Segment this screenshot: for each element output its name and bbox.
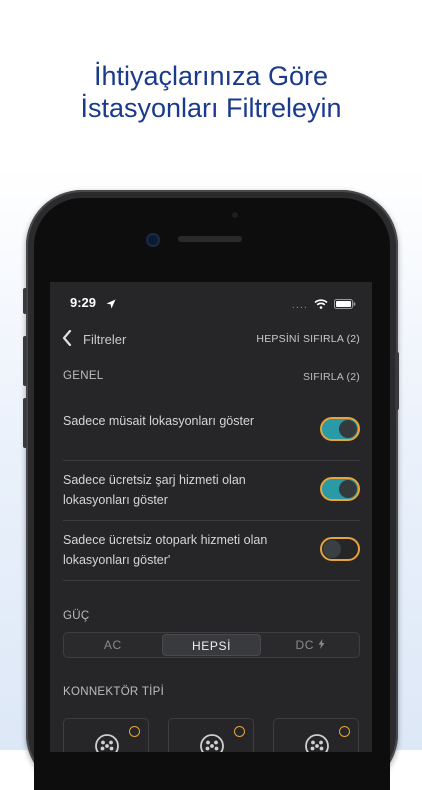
status-bar: 9:29 .... — [50, 282, 372, 322]
location-arrow-icon — [106, 296, 116, 314]
battery-icon — [334, 296, 356, 314]
earpiece-speaker — [178, 236, 242, 242]
section-header-power: GÜÇ — [63, 610, 90, 622]
app-screen: 9:29 .... Filtreler HEPSİNİ SIFIRLA (2) … — [50, 282, 372, 752]
connector-type-icon — [94, 733, 120, 752]
headline: İhtiyaçlarınıza Göre İstasyonları Filtre… — [0, 60, 422, 124]
headline-line-1: İhtiyaçlarınıza Göre — [93, 61, 329, 91]
segment-all[interactable]: HEPSİ — [161, 634, 262, 656]
filter-row-available[interactable]: Sadece müsait lokasyonları göster — [63, 402, 360, 461]
radio-button[interactable] — [234, 726, 245, 737]
wifi-icon — [314, 296, 328, 314]
toggle-knob — [323, 540, 341, 558]
toggle-free-parking[interactable] — [320, 537, 360, 561]
filter-label-available: Sadece müsait lokasyonları göster — [63, 414, 255, 428]
segment-dc-label: DC — [295, 638, 314, 652]
reset-general-button[interactable]: SIFIRLA (2) — [303, 371, 360, 383]
segment-ac[interactable]: AC — [64, 633, 162, 657]
status-icons: .... — [292, 296, 356, 314]
section-header-general: GENEL — [63, 370, 104, 382]
connector-type-icon — [304, 733, 330, 752]
sensor-dot — [232, 212, 238, 218]
bolt-icon — [318, 638, 325, 652]
toggle-available[interactable] — [320, 417, 360, 441]
status-time: 9:29 — [70, 295, 97, 310]
volume-up-button — [23, 336, 27, 386]
connector-card[interactable] — [273, 718, 359, 752]
toggle-knob — [339, 420, 357, 438]
filter-label-free-charging: Sadece ücretsiz şarj hizmeti olan lokasy… — [63, 473, 246, 507]
front-camera — [148, 235, 158, 245]
section-header-connector: KONNEKTÖR TİPİ — [63, 686, 165, 698]
filter-label-free-parking: Sadece ücretsiz otopark hizmeti olan lok… — [63, 533, 268, 567]
segment-dc[interactable]: DC — [261, 633, 359, 657]
back-chevron-icon[interactable] — [62, 329, 72, 351]
connector-type-icon — [199, 733, 225, 752]
radio-button[interactable] — [129, 726, 140, 737]
toggle-free-charging[interactable] — [320, 477, 360, 501]
navigation-bar: Filtreler HEPSİNİ SIFIRLA (2) — [50, 326, 372, 352]
power-button — [395, 352, 399, 410]
headline-line-2: İstasyonları Filtreleyin — [80, 93, 342, 123]
filter-row-free-parking[interactable]: Sadece ücretsiz otopark hizmeti olan lok… — [63, 521, 360, 581]
signal-dots-icon: .... — [291, 299, 308, 311]
connector-card[interactable] — [63, 718, 149, 752]
nav-title[interactable]: Filtreler — [83, 332, 126, 347]
radio-button[interactable] — [339, 726, 350, 737]
power-segmented-control: AC HEPSİ DC — [63, 632, 360, 658]
toggle-knob — [339, 480, 357, 498]
volume-down-button — [23, 398, 27, 448]
connector-card[interactable] — [168, 718, 254, 752]
mute-switch — [23, 288, 27, 314]
filter-row-free-charging[interactable]: Sadece ücretsiz şarj hizmeti olan lokasy… — [63, 461, 360, 521]
reset-all-button[interactable]: HEPSİNİ SIFIRLA (2) — [256, 333, 360, 345]
